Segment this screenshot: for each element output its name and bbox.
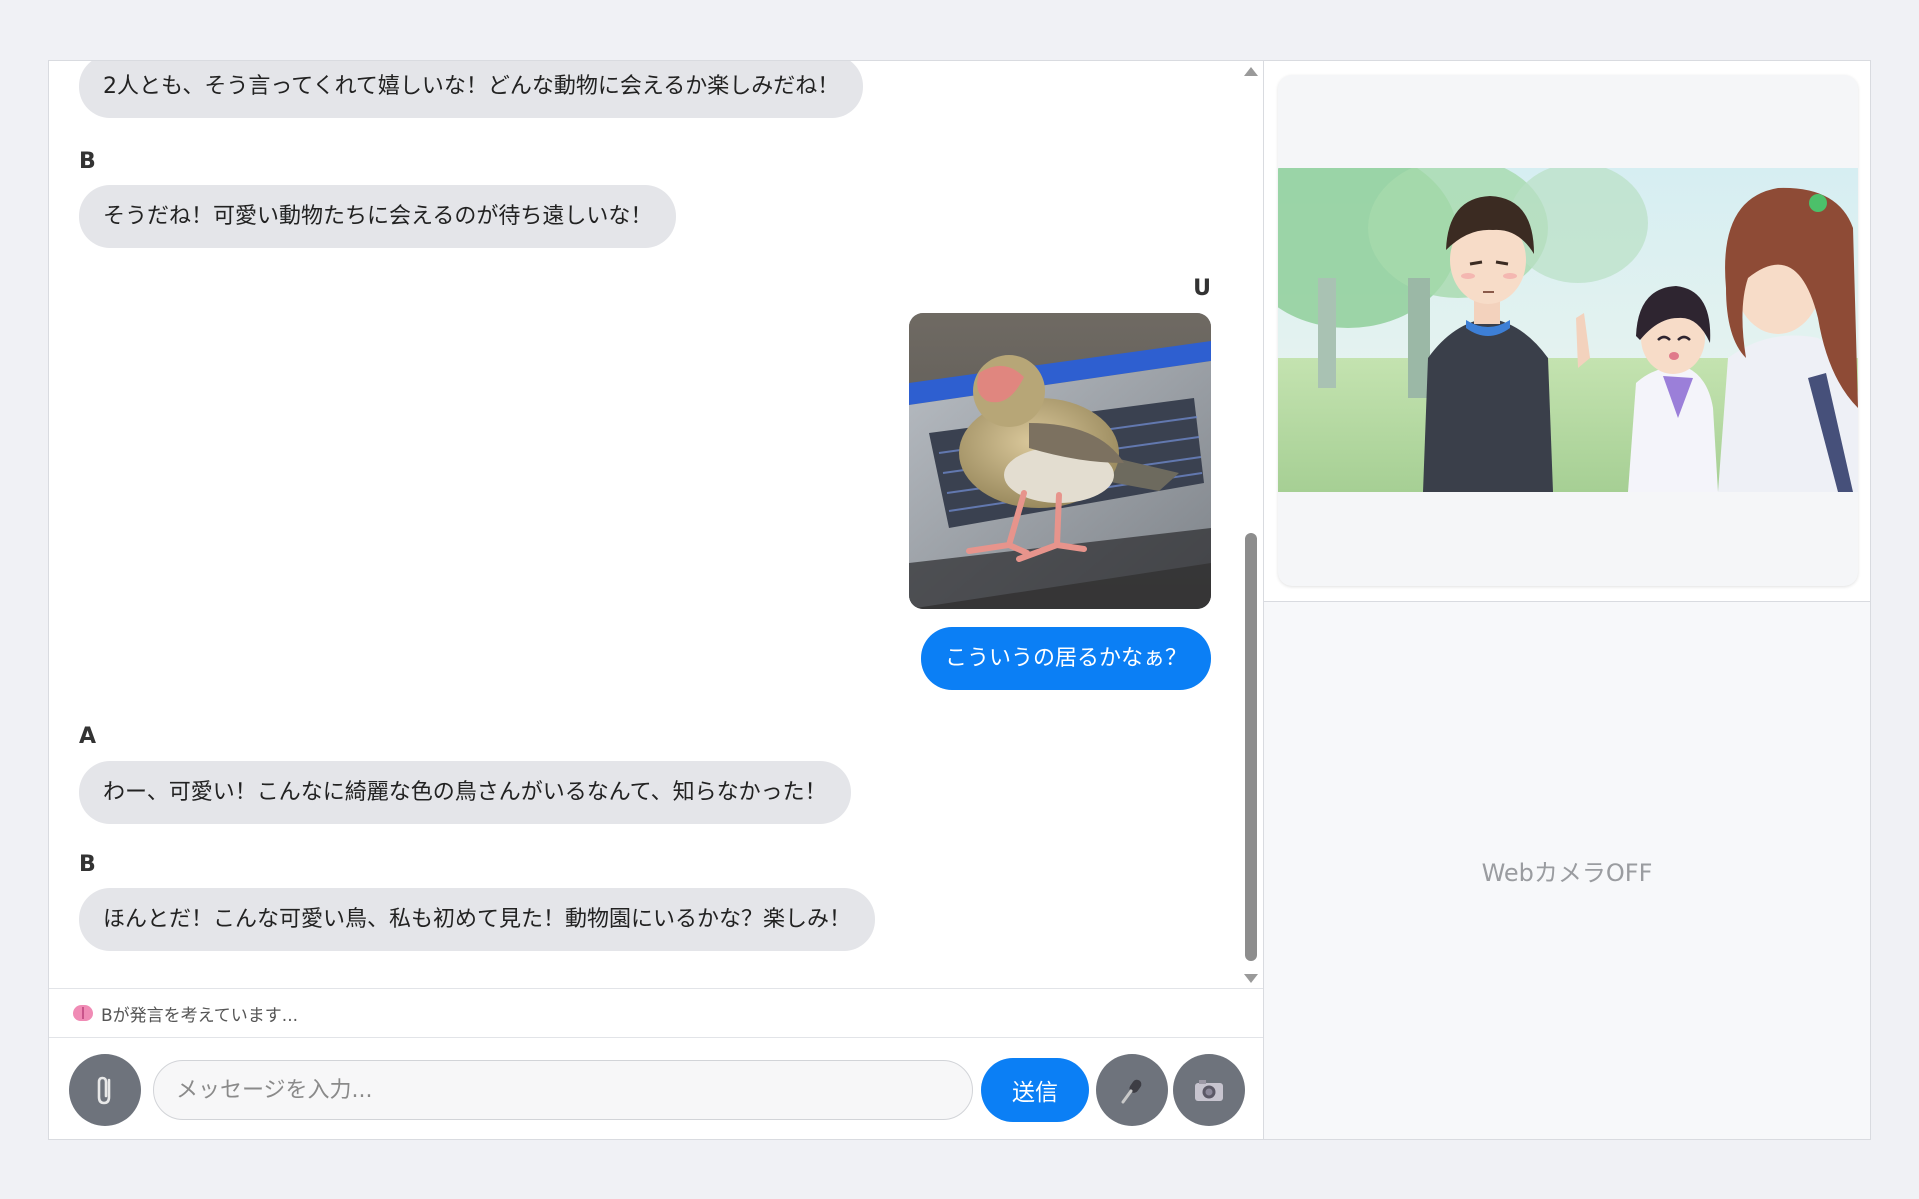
typing-status: Bが発言を考えています... [49,989,1263,1038]
camera-icon [1195,1080,1223,1101]
girl-character-small [1628,286,1718,492]
scroll-up-arrow-icon[interactable] [1244,67,1258,76]
scroll-down-arrow-icon[interactable] [1244,974,1258,983]
character-scene-panel [1264,61,1870,602]
anime-characters-image [1278,168,1858,492]
chat-app: 2人とも、そう言ってくれて嬉しいな！どんな動物に会えるか楽しみだね！ B そうだ… [48,60,1871,1140]
send-button[interactable]: 送信 [981,1058,1089,1122]
girl-character-tall [1718,187,1858,492]
microphone-icon [1121,1079,1142,1104]
message-bubble-a: わー、可愛い！こんなに綺麗な色の鳥さんがいるなんて、知らなかった！ [79,761,851,824]
bird-photo[interactable] [909,313,1211,609]
brain-icon [73,1005,93,1021]
camera-button[interactable] [1173,1054,1245,1126]
webcam-status-text: WebカメラOFF [1481,859,1653,887]
scroll-thumb[interactable] [1245,533,1257,961]
sender-name: B [79,149,96,174]
message-bubble-b: そうだね！可愛い動物たちに会えるのが待ち遠しいな！ [79,185,677,248]
message-bubble-user: こういうの居るかなぁ？ [920,627,1211,690]
message-input[interactable] [153,1060,973,1120]
attach-button[interactable] [69,1054,141,1126]
sender-name-user: U [1193,276,1211,301]
message-bubble-b: ほんとだ！こんな可愛い鳥、私も初めて見た！動物園にいるかな？楽しみ！ [79,888,876,951]
webcam-panel: WebカメラOFF [1264,602,1870,1139]
microphone-button[interactable] [1096,1054,1168,1126]
sender-name: B [79,852,96,877]
sender-name: A [79,724,97,749]
side-pane: WebカメラOFF [1264,61,1870,1139]
message-composer: 送信 [49,1038,1263,1139]
typing-status-text: Bが発言を考えています... [101,1005,299,1026]
bird-on-laptop-image [909,313,1211,609]
message-list[interactable]: 2人とも、そう言ってくれて嬉しいな！どんな動物に会えるか楽しみだね！ B そうだ… [49,61,1263,989]
message-scrollbar[interactable] [1237,61,1263,988]
chat-pane: 2人とも、そう言ってくれて嬉しいな！どんな動物に会えるか楽しみだね！ B そうだ… [49,61,1264,1139]
message-bubble-a: 2人とも、そう言ってくれて嬉しいな！どんな動物に会えるか楽しみだね！ [79,61,864,118]
paperclip-icon [97,1076,111,1105]
scene-card [1278,75,1858,586]
